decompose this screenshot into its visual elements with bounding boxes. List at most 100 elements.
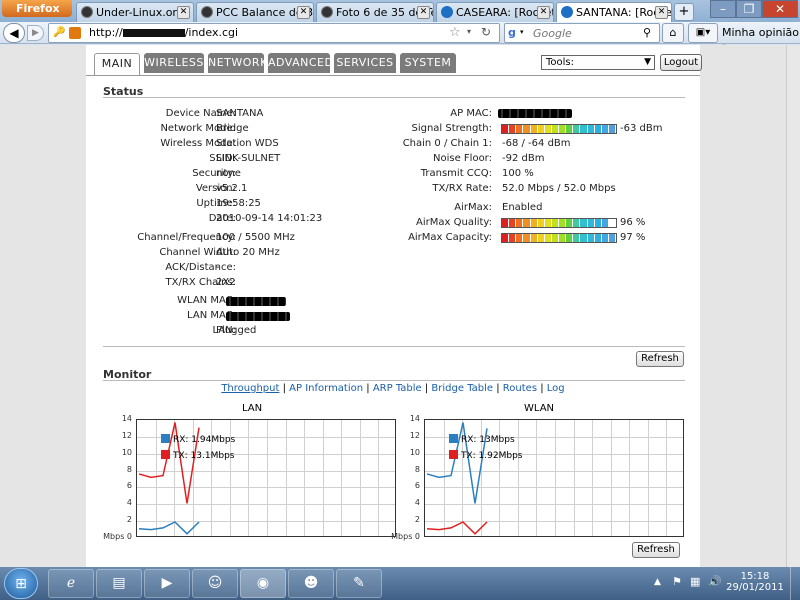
new-tab-button[interactable]: + [674, 3, 694, 21]
meter-segment [559, 234, 567, 242]
close-tab-icon[interactable]: ✕ [177, 6, 190, 19]
user-account-icon[interactable]: ☺ [192, 569, 238, 598]
meter-segment [516, 234, 524, 242]
y-tick-label: 14 [409, 414, 420, 423]
close-tab-icon[interactable]: ✕ [655, 6, 668, 19]
meter-segment [537, 125, 545, 133]
clock-date: 29/01/2011 [726, 582, 784, 593]
status-label: AirMax Capacity: [408, 232, 492, 243]
meter-segment [551, 125, 559, 133]
url-prefix: http:// [89, 26, 123, 39]
forward-button[interactable]: ▶ [27, 25, 44, 41]
status-value: 100 / 5500 MHz [216, 232, 295, 243]
paint-icon[interactable]: ✎ [336, 569, 382, 598]
close-window-button[interactable]: ✕ [762, 0, 798, 18]
redacted-value [498, 109, 572, 118]
scrollbar[interactable] [786, 45, 800, 567]
status-value: v5.2.1 [216, 183, 248, 194]
meter-segment [509, 219, 517, 227]
tools-label: Tools: [546, 57, 575, 68]
home-button[interactable]: ⌂ [662, 23, 684, 43]
maximize-button[interactable]: ❐ [736, 0, 762, 18]
star-icon[interactable]: ☆ [449, 25, 461, 40]
messenger-icon[interactable]: ☻ [288, 569, 334, 598]
meter-segment [544, 234, 552, 242]
meter-value: 96 % [620, 217, 646, 228]
wlan-throughput-graph: RX: 13Mbps TX: 1.92Mbps [424, 419, 684, 537]
refresh-graph-button[interactable]: Refresh [632, 542, 680, 558]
browser-tab[interactable]: SANTANA: [Rocke... ✕ [556, 2, 672, 23]
meter-segment [566, 234, 574, 242]
y-tick-label: 14 [121, 414, 132, 423]
browser-tab[interactable]: PCC Balance de 3 ...✕ [196, 2, 314, 22]
tab-services[interactable]: SERVICES [334, 53, 396, 73]
monitor-link-ap-information[interactable]: AP Information [289, 383, 363, 394]
network-icon[interactable]: ▦ [690, 575, 700, 588]
search-bar[interactable]: g ▾ Google ⚲ [504, 23, 660, 43]
y-tick-label: 8 [414, 464, 420, 474]
internet-explorer-icon[interactable]: ℯ [48, 569, 94, 598]
url-redacted [122, 29, 185, 37]
meter-segment [523, 125, 531, 133]
search-icon[interactable]: ⚲ [643, 26, 651, 39]
media-player-icon[interactable]: ▶ [144, 569, 190, 598]
reload-icon[interactable]: ↻ [481, 25, 491, 39]
y-tick-label: Mbps 0 [391, 532, 420, 541]
link-separator: | [537, 383, 547, 394]
search-engine-dropdown-icon[interactable]: ▾ [520, 28, 524, 36]
status-value: Enabled [502, 202, 543, 213]
url-bar[interactable]: 🔑 http:// /index.cgi ☆ ▾ ↻ [48, 23, 500, 43]
status-label: Chain 0 / Chain 1: [402, 138, 492, 149]
browser-tab[interactable]: Under-Linux.org ✕ [76, 2, 194, 22]
tab-main[interactable]: MAIN [94, 53, 140, 75]
monitor-link-arp-table[interactable]: ARP Table [373, 383, 422, 394]
meter-segment [573, 234, 581, 242]
monitor-divider [103, 380, 685, 381]
dropdown-icon[interactable]: ▾ [467, 27, 471, 36]
tab-network[interactable]: NETWORK [208, 53, 267, 73]
tab-system[interactable]: SYSTEM [400, 53, 456, 73]
meter-value: -63 dBm [620, 123, 663, 134]
y-tick-label: 12 [121, 430, 132, 440]
wifi-icon [561, 6, 573, 18]
logout-button[interactable]: Logout [660, 54, 702, 71]
browser-tab[interactable]: CASEARA: [Rocket...✕ [436, 2, 554, 22]
navigation-toolbar: ◀ ▶ 🔑 http:// /index.cgi ☆ ▾ ↻ g ▾ Google… [0, 22, 800, 51]
meter-segment [594, 125, 602, 133]
action-center-icon[interactable]: ⚑ [672, 575, 682, 588]
status-value: -68 / -64 dBm [502, 138, 571, 149]
status-value: Auto 20 MHz [216, 247, 280, 258]
minimize-button[interactable]: – [710, 0, 736, 18]
back-button[interactable]: ◀ [3, 23, 25, 43]
meter-segment [530, 125, 538, 133]
monitor-link-log[interactable]: Log [547, 383, 565, 394]
meter-segment [587, 125, 595, 133]
tray-expand-icon[interactable]: ▲ [654, 577, 661, 587]
close-tab-icon[interactable]: ✕ [537, 6, 550, 19]
meter-segment [566, 125, 574, 133]
rx-legend-label: RX: 13Mbps [461, 435, 515, 445]
refresh-button[interactable]: Refresh [636, 351, 684, 367]
rx-swatch [449, 434, 458, 443]
file-explorer-icon[interactable]: ▤ [96, 569, 142, 598]
y-tick-label: 12 [409, 430, 420, 440]
bookmarks-button[interactable]: ▣▾ [688, 23, 718, 43]
close-tab-icon[interactable]: ✕ [297, 6, 310, 19]
status-label: WLAN MAC: [177, 295, 236, 306]
close-tab-icon[interactable]: ✕ [417, 6, 430, 19]
browser-tab[interactable]: Foto 6 de 35 de Te...✕ [316, 2, 434, 22]
meter-segment [502, 219, 510, 227]
volume-icon[interactable]: 🔊 [708, 575, 722, 588]
tab-wireless[interactable]: WIRELESS [144, 53, 204, 73]
monitor-link-bridge-table[interactable]: Bridge Table [431, 383, 493, 394]
firefox-taskbar-icon[interactable]: ◉ [240, 569, 286, 598]
tools-select[interactable]: Tools: ▼ [541, 55, 655, 70]
monitor-link-throughput[interactable]: Throughput [221, 383, 279, 394]
show-desktop-button[interactable] [790, 567, 800, 600]
monitor-link-routes[interactable]: Routes [503, 383, 537, 394]
system-clock[interactable]: 15:18 29/01/2011 [725, 571, 785, 593]
meter-segment [601, 234, 609, 242]
firefox-menu-button[interactable]: Firefox [2, 0, 72, 17]
start-button[interactable]: ⊞ [4, 568, 38, 599]
tab-advanced[interactable]: ADVANCED [268, 53, 333, 73]
